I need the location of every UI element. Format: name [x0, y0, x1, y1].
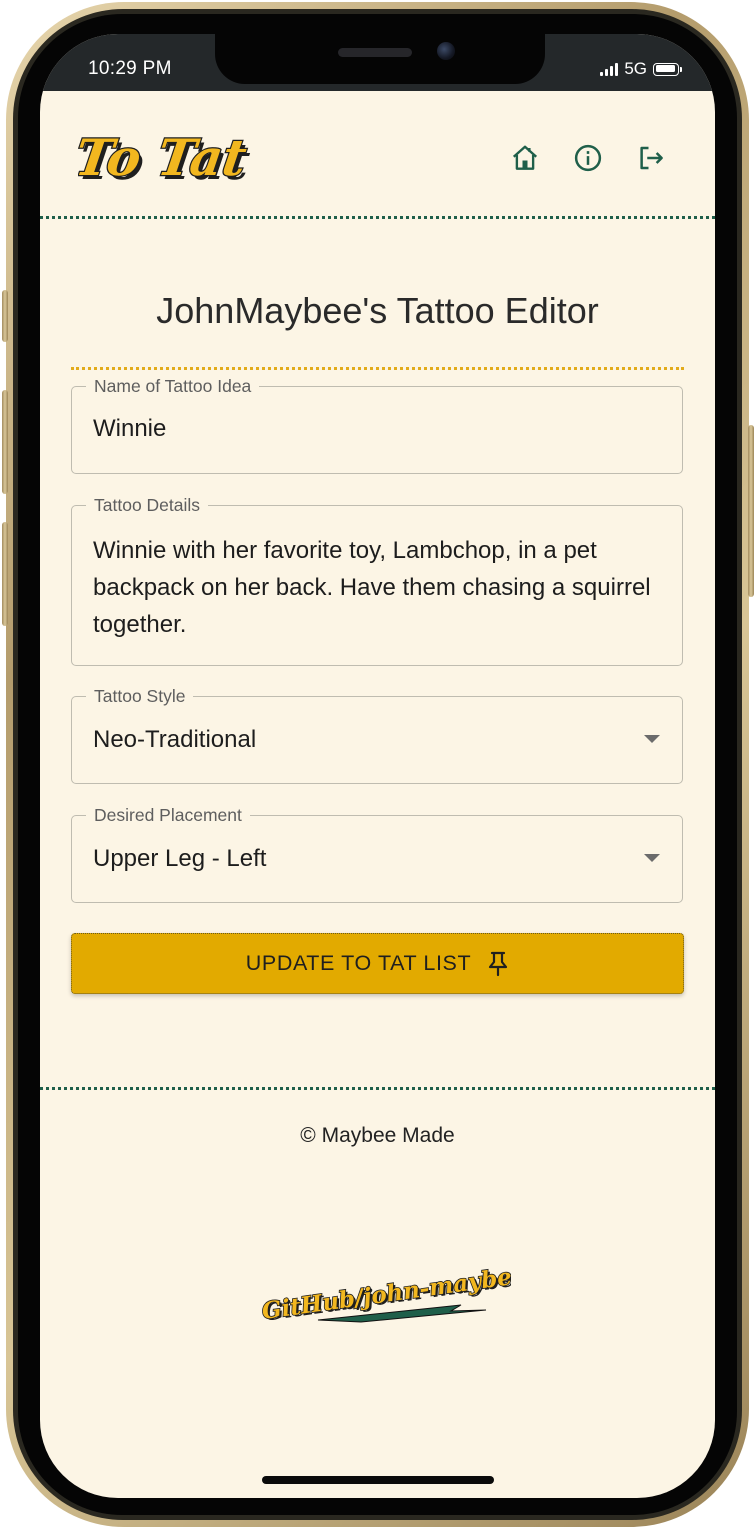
name-field[interactable]: Name of Tattoo Idea Winnie [71, 375, 683, 474]
home-indicator [262, 1476, 494, 1484]
placement-select-label: Desired Placement [86, 804, 250, 826]
info-icon [574, 144, 601, 171]
pin-icon [489, 951, 508, 976]
placement-select-value: Upper Leg - Left [93, 845, 267, 872]
signal-icon [600, 62, 619, 76]
power-button [748, 425, 754, 597]
update-tat-list-button[interactable]: UPDATE TO TAT LIST [71, 933, 684, 994]
chevron-down-icon[interactable] [644, 854, 660, 862]
logout-icon [639, 146, 663, 169]
details-field[interactable]: Tattoo Details Winnie with her favorite … [71, 494, 683, 666]
battery-icon [653, 62, 682, 76]
app-screen: 10:29 PM 5G To Tat To Tat JohnMaybee's T… [40, 34, 715, 1498]
logo-text: To Tat [78, 128, 250, 187]
mute-switch [2, 290, 8, 342]
style-select-value: Neo-Traditional [93, 726, 257, 753]
update-button-label: UPDATE TO TAT LIST [245, 951, 472, 975]
app-header: To Tat To Tat [40, 91, 715, 217]
nav-home-button[interactable] [506, 139, 543, 176]
placement-select[interactable]: Desired Placement Upper Leg - Left [71, 804, 683, 903]
header-divider [40, 216, 715, 219]
name-field-label: Name of Tattoo Idea [86, 375, 260, 397]
status-indicators: 5G [600, 59, 682, 79]
footer-divider [40, 1087, 715, 1090]
title-divider [71, 367, 684, 370]
status-time: 10:29 PM [88, 58, 172, 79]
volume-down-button [2, 522, 8, 626]
chevron-down-icon[interactable] [644, 735, 660, 743]
style-select-label: Tattoo Style [86, 685, 194, 707]
github-link[interactable]: GitHub/john-maybee GitHub/john-maybee [256, 1260, 530, 1335]
volume-up-button [2, 390, 8, 494]
name-field-value[interactable]: Winnie [93, 415, 166, 443]
copyright-text: © Maybee Made [300, 1124, 455, 1147]
nav-info-button[interactable] [569, 139, 606, 176]
header-nav [506, 139, 669, 176]
page-title: JohnMaybee's Tattoo Editor [156, 290, 599, 331]
speaker-grille [338, 48, 412, 57]
style-select[interactable]: Tattoo Style Neo-Traditional [71, 685, 683, 784]
nav-logout-button[interactable] [632, 139, 669, 176]
details-field-value[interactable]: Winnie with her favorite toy, Lambchop, … [93, 532, 663, 643]
notch [215, 34, 545, 84]
camera-icon [437, 42, 455, 60]
home-icon [512, 145, 537, 170]
details-field-label: Tattoo Details [86, 494, 209, 516]
network-label: 5G [624, 59, 647, 78]
app-logo[interactable]: To Tat To Tat [70, 121, 253, 204]
